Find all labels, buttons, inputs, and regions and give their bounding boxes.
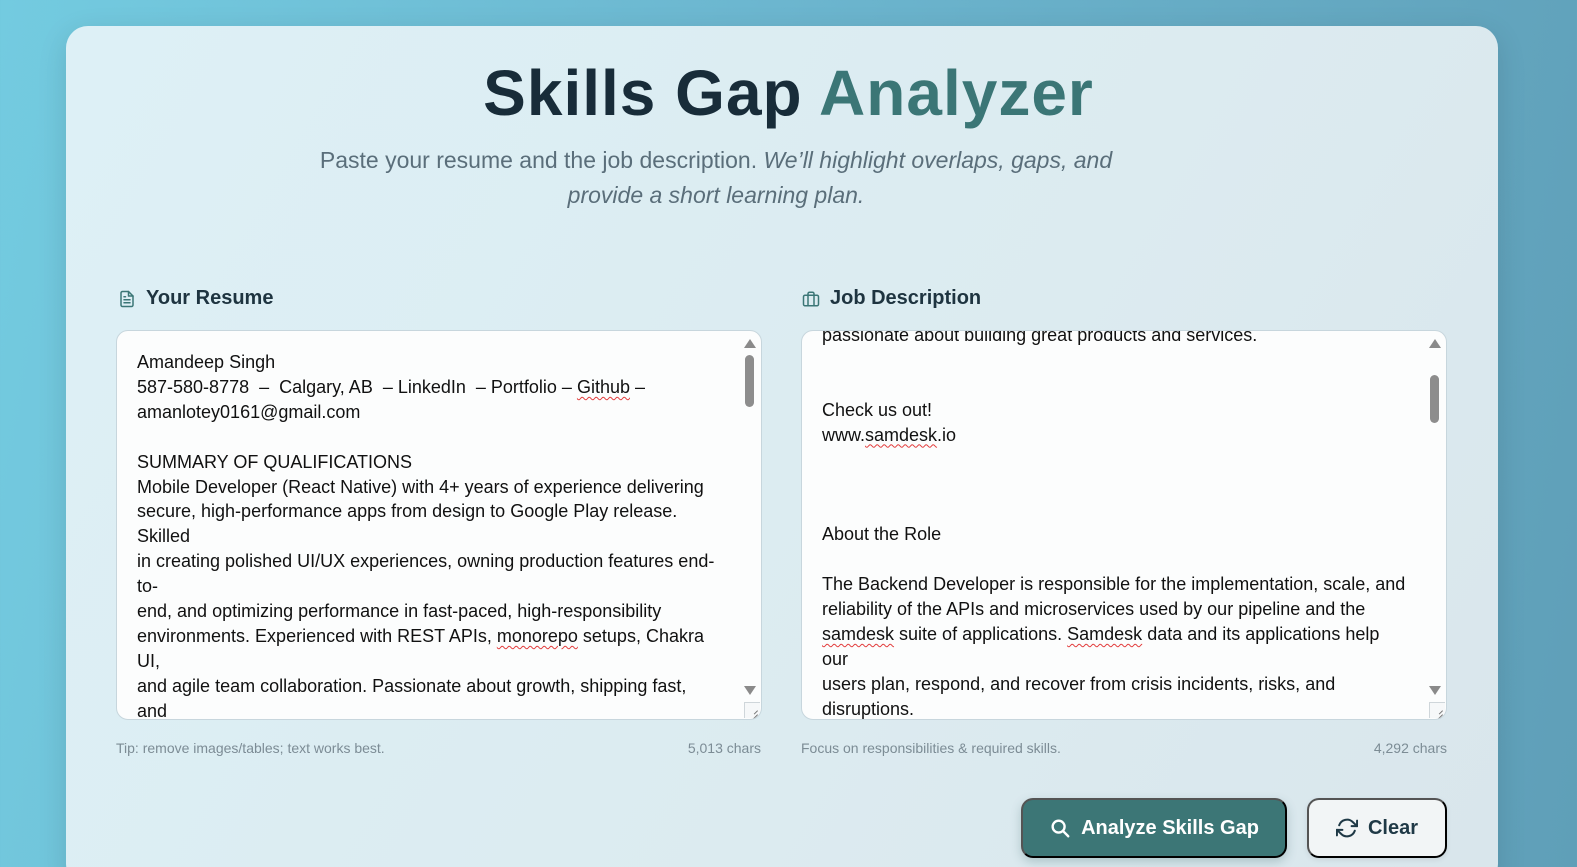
- text-line: 587-580-8778 – Calgary, AB – LinkedIn – …: [137, 376, 646, 397]
- text-line: Mobile Developer (React Native) with 4+ …: [137, 476, 704, 497]
- scroll-down-arrow[interactable]: [1429, 686, 1441, 695]
- text-line: About the Role: [822, 524, 942, 545]
- title-main: Skills Gap: [483, 57, 803, 129]
- job-label: Job Description: [802, 287, 981, 310]
- text-line: Amandeep Singh: [137, 352, 276, 372]
- text-line: Check us out!: [822, 399, 933, 420]
- text-line: www.samdesk.io: [822, 424, 957, 445]
- subtitle-plain: Paste your resume and the job descriptio…: [319, 147, 758, 173]
- scroll-up-arrow[interactable]: [744, 339, 756, 348]
- text-line: [822, 472, 1406, 497]
- text-line: amanlotey0161@gmail.com: [137, 401, 361, 422]
- resume-text: Amandeep Singh 587-580-8778 – Calgary, AB…: [137, 350, 721, 720]
- text-line: reliability of the APIs and microservice…: [822, 598, 1366, 619]
- page-subtitle: Paste your resume and the job descriptio…: [300, 143, 1132, 213]
- scroll-down-arrow[interactable]: [744, 686, 756, 695]
- briefcase-icon: [802, 291, 820, 306]
- text-line: [822, 547, 1406, 572]
- resume-label: Your Resume: [118, 287, 273, 310]
- clear-button[interactable]: Clear: [1307, 798, 1447, 858]
- job-text: passionate about building great products…: [822, 330, 1406, 719]
- text-line: [822, 373, 1406, 398]
- text-line: samdesk suite of applications. Samdesk d…: [822, 623, 1385, 669]
- resume-textarea[interactable]: Amandeep Singh 587-580-8778 – Calgary, AB…: [116, 330, 762, 720]
- refresh-icon: [1335, 818, 1358, 838]
- job-char-count: 4,292 chars: [1373, 740, 1447, 756]
- text-line: [822, 448, 1406, 473]
- analyze-button[interactable]: Analyze Skills Gap: [1021, 798, 1287, 858]
- text-line: end, and optimizing performance in fast-…: [137, 601, 662, 622]
- clear-button-label: Clear: [1367, 816, 1419, 839]
- text-line: disruptions.: [822, 698, 915, 719]
- job-label-text: Job Description: [830, 287, 982, 309]
- text-line: SUMMARY OF QUALIFICATIONS: [137, 451, 413, 472]
- page-title: Skills Gap Analyzer: [0, 56, 1577, 130]
- document-icon: [120, 290, 134, 307]
- text-line: in creating polished UI/UX experiences, …: [137, 551, 715, 597]
- text-line: secure, high-performance apps from desig…: [137, 501, 683, 547]
- resume-hint: Tip: remove images/tables; text works be…: [116, 740, 385, 756]
- text-line: [822, 348, 1406, 373]
- analyze-button-label: Analyze Skills Gap: [1081, 816, 1259, 839]
- scroll-thumb[interactable]: [1430, 375, 1439, 423]
- resize-handle[interactable]: [744, 702, 760, 718]
- resume-scrollbar[interactable]: [739, 331, 761, 719]
- text-line: The Backend Developer is responsible for…: [822, 573, 1406, 594]
- search-icon: [1051, 819, 1070, 838]
- text-line: passionate about building great products…: [822, 330, 1258, 345]
- resize-handle[interactable]: [1429, 702, 1445, 718]
- job-textarea[interactable]: passionate about building great products…: [801, 330, 1447, 720]
- resume-char-count: 5,013 chars: [687, 740, 761, 756]
- title-accent: Analyzer: [819, 57, 1094, 129]
- scroll-up-arrow[interactable]: [1429, 339, 1441, 348]
- job-scrollbar[interactable]: [1424, 331, 1446, 719]
- job-hint: Focus on responsibilities & required ski…: [801, 740, 1061, 756]
- text-line: [137, 425, 721, 450]
- scroll-thumb[interactable]: [745, 355, 754, 407]
- text-line: users plan, respond, and recover from cr…: [822, 673, 1336, 694]
- text-line: [822, 497, 1406, 522]
- text-line: environments. Experienced with REST APIs…: [137, 625, 709, 671]
- text-line: and agile team collaboration. Passionate…: [137, 675, 692, 720]
- resume-label-text: Your Resume: [146, 287, 274, 309]
